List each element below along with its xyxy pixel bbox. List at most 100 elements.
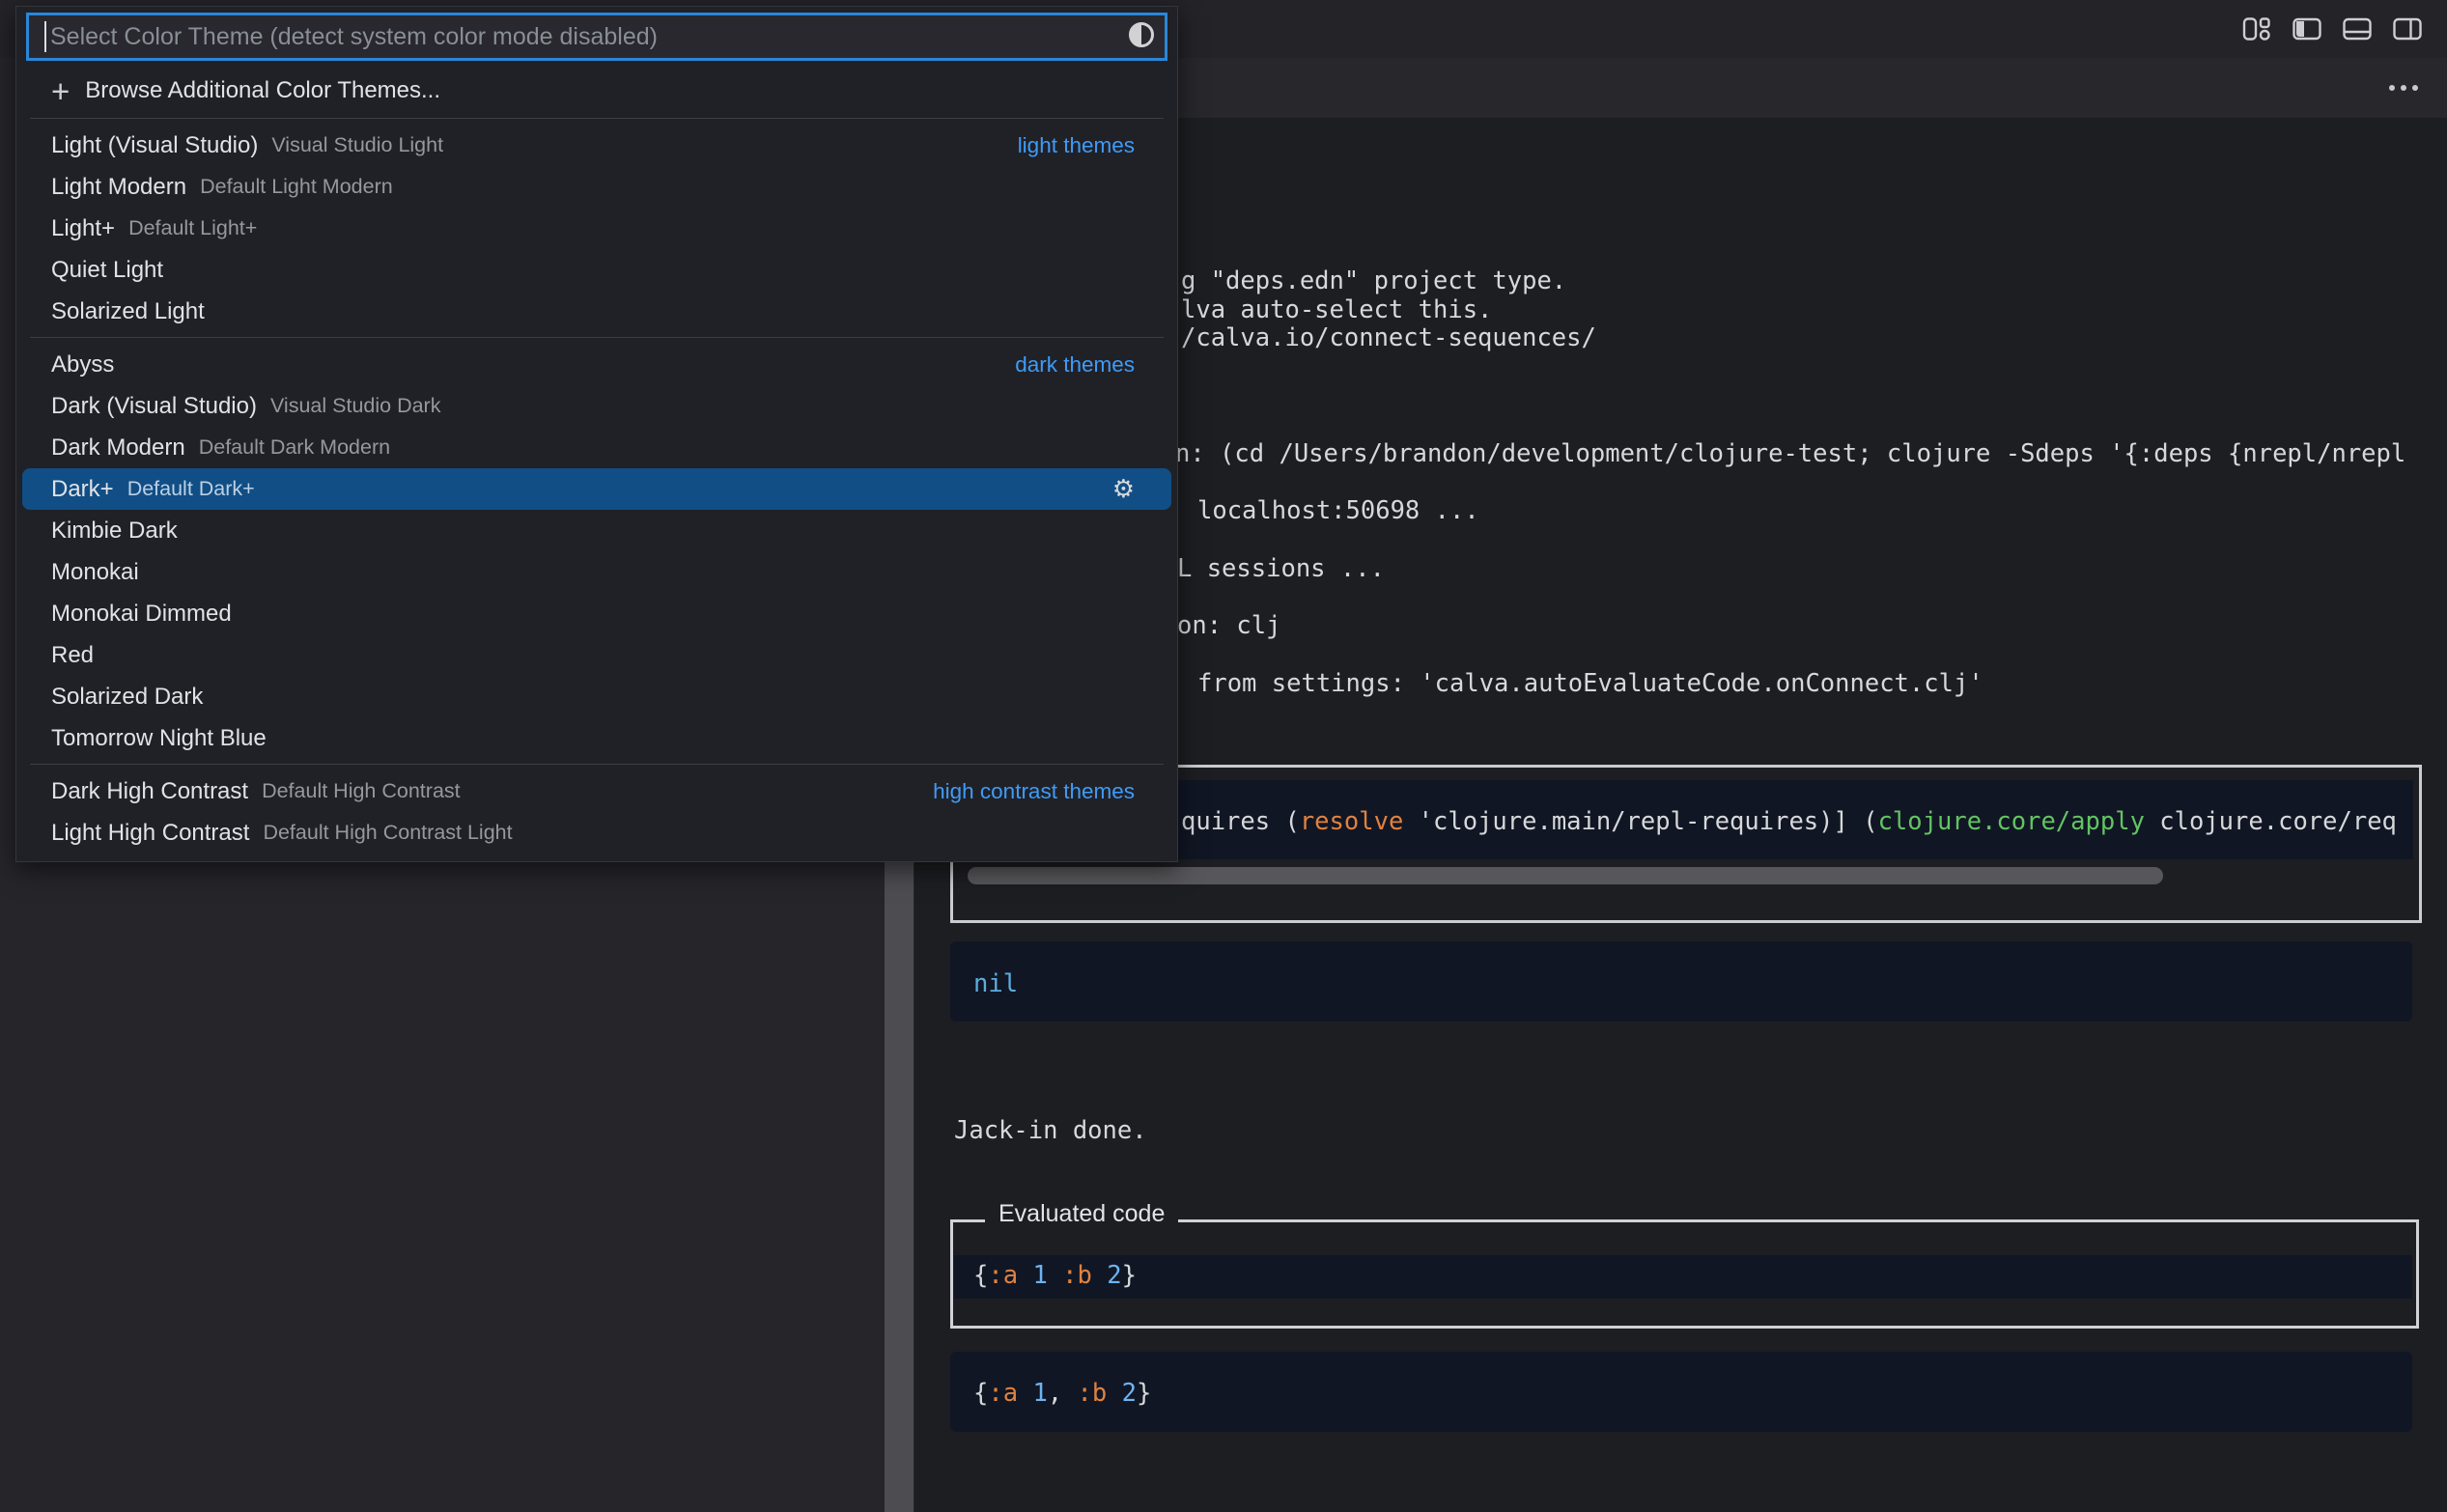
theme-label: Solarized Light	[51, 298, 205, 325]
theme-description: Default Light Modern	[200, 175, 393, 199]
layout-controls	[2242, 14, 2422, 43]
editor-more-actions-icon[interactable]	[2383, 79, 2424, 97]
browse-label: Browse Additional Color Themes...	[85, 77, 440, 104]
vscode-window: g "deps.edn" project type. lva auto-sele…	[0, 0, 2447, 1512]
theme-item-abyss[interactable]: Abyss dark themes	[22, 344, 1171, 385]
theme-description: Visual Studio Light	[271, 133, 443, 157]
theme-list: Light (Visual Studio) Visual Studio Ligh…	[16, 118, 1177, 854]
theme-item-dark-high-contrast[interactable]: Dark High Contrast Default High Contrast…	[22, 770, 1171, 812]
toggle-primary-sidebar-icon[interactable]	[2292, 14, 2321, 43]
code-token	[1018, 1261, 1032, 1290]
theme-label: Monokai Dimmed	[51, 601, 232, 628]
theme-label: Solarized Dark	[51, 684, 203, 711]
toggle-panel-icon[interactable]	[2343, 14, 2372, 43]
code-token	[1092, 1261, 1107, 1290]
evaluated-code-line-background	[954, 1255, 2412, 1299]
theme-label: Light+	[51, 215, 115, 242]
toggle-secondary-sidebar-icon[interactable]	[2393, 14, 2422, 43]
output-line: L sessions ...	[1177, 554, 1385, 583]
nil-result-text: nil	[973, 969, 1018, 998]
code-token: ,	[1048, 1379, 1078, 1408]
output-line: from settings: 'calva.autoEvaluateCode.o…	[1197, 669, 1983, 698]
theme-category-label: dark themes	[1015, 352, 1135, 378]
theme-item-light-visual-studio-[interactable]: Light (Visual Studio) Visual Studio Ligh…	[22, 125, 1171, 166]
theme-item-solarized-light[interactable]: Solarized Light	[22, 291, 1171, 332]
list-separator	[30, 118, 1164, 119]
code-token: quires (	[1181, 807, 1300, 836]
code-token: }	[1137, 1379, 1151, 1408]
code-token: 1	[1032, 1379, 1047, 1408]
gear-icon[interactable]: ⚙	[1112, 477, 1135, 502]
theme-item-monokai-dimmed[interactable]: Monokai Dimmed	[22, 593, 1171, 634]
code-token: resolve	[1300, 807, 1403, 836]
theme-label: Light High Contrast	[51, 820, 249, 847]
code-token: clojure.core/apply	[1878, 807, 2145, 836]
code-token	[1107, 1379, 1121, 1408]
code-token: }	[1122, 1261, 1137, 1290]
list-separator	[30, 764, 1164, 765]
theme-description: Visual Studio Dark	[270, 394, 440, 418]
plus-icon: +	[51, 75, 70, 107]
text-caret	[44, 21, 46, 52]
theme-description: Default High Contrast	[262, 779, 461, 803]
theme-label: Dark+	[51, 476, 114, 503]
theme-category-label: high contrast themes	[933, 779, 1135, 804]
code-token: :a	[988, 1379, 1018, 1408]
nil-result-box	[950, 941, 2412, 1022]
repl-requires-code-line: quires (resolve 'clojure.main/repl-requi…	[1181, 807, 2397, 836]
output-line: on: clj	[1177, 611, 1280, 640]
theme-label: Red	[51, 642, 94, 669]
theme-description: Default Dark Modern	[199, 435, 390, 460]
theme-item-dark-modern[interactable]: Dark Modern Default Dark Modern	[22, 427, 1171, 468]
jack-in-done-text: Jack-in done.	[954, 1116, 1147, 1145]
browse-additional-themes-item[interactable]: + Browse Additional Color Themes...	[22, 69, 1171, 113]
customize-layout-icon[interactable]	[2242, 14, 2271, 43]
theme-description: Default Light+	[128, 216, 257, 240]
horizontal-scrollbar-thumb[interactable]	[968, 867, 2163, 884]
color-theme-quick-pick: + Browse Additional Color Themes... Ligh…	[15, 6, 1178, 862]
theme-item-dark-visual-studio-[interactable]: Dark (Visual Studio) Visual Studio Dark	[22, 385, 1171, 427]
output-line: /calva.io/connect-sequences/	[1181, 323, 1596, 352]
code-token: 2	[1107, 1261, 1121, 1290]
code-token: clojure.core/req	[2145, 807, 2397, 836]
theme-label: Tomorrow Night Blue	[51, 725, 267, 752]
evaluation-result-text: {:a 1, :b 2}	[973, 1379, 1151, 1408]
theme-label: Monokai	[51, 559, 139, 586]
theme-item-quiet-light[interactable]: Quiet Light	[22, 249, 1171, 291]
theme-item-monokai[interactable]: Monokai	[22, 551, 1171, 593]
code-token: {	[973, 1379, 988, 1408]
theme-item-tomorrow-night-blue[interactable]: Tomorrow Night Blue	[22, 717, 1171, 759]
theme-item-light+[interactable]: Light+ Default Light+	[22, 208, 1171, 249]
code-token	[1048, 1261, 1062, 1290]
color-mode-icon[interactable]	[1129, 22, 1154, 47]
theme-item-dark+[interactable]: Dark+ Default Dark+ ⚙	[22, 468, 1171, 510]
vertical-scrollbar-thumb[interactable]	[885, 842, 914, 1512]
code-token: 2	[1122, 1379, 1137, 1408]
code-token: :a	[988, 1261, 1018, 1290]
code-token: 1	[1032, 1261, 1047, 1290]
theme-label: Light (Visual Studio)	[51, 132, 258, 159]
theme-item-red[interactable]: Red	[22, 634, 1171, 676]
quick-pick-input-wrap	[26, 13, 1167, 61]
evaluated-code-text: {:a 1 :b 2}	[973, 1261, 1137, 1290]
theme-label: Dark Modern	[51, 434, 185, 462]
evaluation-result-box	[950, 1352, 2412, 1432]
code-token: :b	[1062, 1261, 1092, 1290]
output-line-jack-in-command: n: (cd /Users/brandon/development/clojur…	[1175, 439, 2405, 468]
theme-label: Dark (Visual Studio)	[51, 393, 257, 420]
theme-item-light-high-contrast[interactable]: Light High Contrast Default High Contras…	[22, 812, 1171, 854]
list-separator	[30, 337, 1164, 338]
code-token	[1018, 1379, 1032, 1408]
code-token: :b	[1078, 1379, 1108, 1408]
theme-item-solarized-dark[interactable]: Solarized Dark	[22, 676, 1171, 717]
theme-item-light-modern[interactable]: Light Modern Default Light Modern	[22, 166, 1171, 208]
output-line: localhost:50698 ...	[1197, 496, 1479, 525]
theme-label: Abyss	[51, 351, 114, 378]
theme-item-kimbie-dark[interactable]: Kimbie Dark	[22, 510, 1171, 551]
code-token: {	[973, 1261, 988, 1290]
theme-search-input[interactable]	[26, 13, 1167, 61]
theme-label: Dark High Contrast	[51, 778, 248, 805]
output-line: g "deps.edn" project type.	[1181, 266, 1566, 295]
theme-label: Quiet Light	[51, 257, 163, 284]
theme-label: Light Modern	[51, 174, 186, 201]
